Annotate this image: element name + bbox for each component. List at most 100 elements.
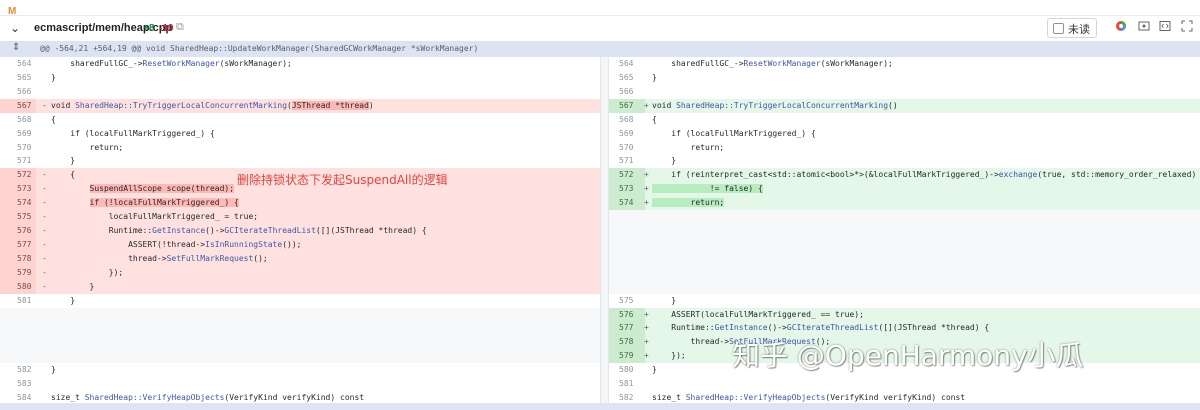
unread-toggle-button[interactable]: 未读 [1047,18,1097,38]
code-text: thread->SetFullMarkRequest(); [51,253,268,263]
diff-line[interactable]: 576 - Runtime::GetInstance()->GCIterateTh… [0,224,600,239]
diff-line[interactable]: 566 [0,85,600,99]
diff-line[interactable]: 574 + return; [609,196,1200,211]
line-number[interactable]: 571 [619,156,633,165]
line-number[interactable]: 577 [17,240,31,249]
diff-line[interactable]: 580 - } [0,279,600,294]
diff-line[interactable]: 568 { [609,113,1200,127]
line-number[interactable]: 566 [17,87,31,96]
line-number[interactable]: 579 [619,351,633,360]
line-number[interactable]: 582 [619,393,633,402]
line-number[interactable]: 575 [619,296,633,305]
diff-line[interactable]: 582} [0,363,600,377]
diff-line[interactable]: 570 return; [0,141,600,155]
line-number[interactable]: 579 [17,268,31,277]
line-number[interactable]: 572 [619,170,633,179]
line-number[interactable]: 567 [619,101,633,110]
line-number[interactable]: 574 [17,198,31,207]
code-text: ASSERT(!thread->IsInRunningState()); [51,239,302,249]
expand-icon[interactable] [1181,20,1193,35]
code-view-icon[interactable] [1159,20,1171,35]
diff-line[interactable]: 569 if (localFullMarkTriggered_) { [0,127,600,141]
code-text: { [51,170,76,180]
line-number[interactable]: 564 [619,59,633,68]
diff-sign: + [644,100,649,110]
diff-line[interactable]: 566 [609,85,1200,99]
diff-line[interactable]: 583 [0,377,600,391]
collapse-chevron-icon[interactable]: ⌄ [10,21,20,35]
diff-line[interactable]: 572 + if (reinterpret_cast<std::atomic<bo… [609,168,1200,183]
diff-line[interactable]: 576 + ASSERT(localFullMarkTriggered_ == t… [609,307,1200,322]
line-number[interactable]: 574 [619,198,633,207]
line-number[interactable]: 569 [17,129,31,138]
diff-line[interactable]: 565} [609,71,1200,85]
line-number[interactable]: 581 [17,296,31,305]
unread-label: 未读 [1068,23,1090,36]
line-number[interactable]: 577 [619,323,633,332]
palette-icon[interactable] [1115,20,1127,35]
line-number[interactable]: 564 [17,59,31,68]
diff-line[interactable]: 581 } [0,294,600,308]
line-number[interactable]: 566 [619,87,633,96]
line-number[interactable]: 580 [619,365,633,374]
line-number[interactable]: 565 [619,73,633,82]
line-number[interactable]: 583 [17,379,31,388]
line-number[interactable]: 581 [619,379,633,388]
line-number[interactable]: 576 [17,226,31,235]
diff-line[interactable]: 567 - void SharedHeap::TryTriggerLocalConc… [0,98,600,113]
line-number[interactable]: 575 [17,212,31,221]
code-text: void SharedHeap::TryTriggerLocalConcurre… [51,100,374,110]
line-number[interactable]: 572 [17,170,31,179]
line-number[interactable]: 565 [17,73,31,82]
diff-line[interactable]: 574 - if (!localFullMarkTriggered_) { [0,196,600,211]
diff-line[interactable]: 565} [0,71,600,85]
diff-line[interactable]: 570 return; [609,141,1200,155]
line-number[interactable]: 573 [17,184,31,193]
code-text: } [51,365,56,375]
diff-line[interactable]: 577 - ASSERT(!thread->IsInRunningState())… [0,237,600,252]
code-text: if (reinterpret_cast<std::atomic<bool>*>… [652,170,1197,180]
unread-checkbox[interactable] [1053,23,1064,34]
diff-line[interactable]: 571 } [609,154,1200,168]
diff-line[interactable]: 575 - localFullMarkTriggered_ = true; [0,210,600,225]
filler-row [609,279,1200,294]
code-text: if (localFullMarkTriggered_) { [51,128,215,138]
diff-line[interactable]: 569 if (localFullMarkTriggered_) { [609,127,1200,141]
diff-line[interactable]: 581 [609,377,1200,391]
diff-line[interactable]: 564 sharedFullGC_->ResetWorkManager(sWor… [609,57,1200,71]
line-number[interactable]: 568 [619,115,633,124]
line-number[interactable]: 568 [17,115,31,124]
line-number[interactable]: 582 [17,365,31,374]
line-number[interactable]: 580 [17,282,31,291]
expand-lines-icon[interactable]: ⇕ [12,42,20,53]
line-number[interactable]: 576 [619,310,633,319]
code-text: Runtime::GetInstance()->GCIterateThreadL… [51,226,427,236]
diff-line[interactable]: 575 } [609,294,1200,308]
line-number[interactable]: 578 [17,254,31,263]
diff-line[interactable]: 579 - }); [0,265,600,280]
preview-icon[interactable] [1138,20,1150,35]
code-text: } [51,281,95,291]
code-text: SuspendAllScope scope(thread); [89,184,235,194]
line-number[interactable]: 570 [17,143,31,152]
line-number[interactable]: 571 [17,156,31,165]
line-number[interactable]: 584 [17,393,31,402]
filler-row [609,224,1200,239]
diff-sign: + [644,323,649,333]
copy-path-icon[interactable]: ⧉ [176,20,184,34]
diff-line[interactable]: 571 } [0,154,600,168]
filler-row [0,349,600,364]
code-text: != false) { [652,184,763,194]
line-number[interactable]: 567 [17,101,31,110]
diff-line[interactable]: 564 sharedFullGC_->ResetWorkManager(sWor… [0,57,600,71]
diff-line[interactable]: 573 + != false) { [609,182,1200,197]
diff-line[interactable]: 578 - thread->SetFullMarkRequest(); [0,251,600,266]
diff-line[interactable]: 568 { [0,113,600,127]
diff-line[interactable]: 567 + void SharedHeap::TryTriggerLocalConc… [609,98,1200,113]
line-number[interactable]: 578 [619,337,633,346]
bottom-scroll-bar[interactable] [0,403,1200,410]
line-number[interactable]: 569 [619,129,633,138]
line-number[interactable]: 573 [619,184,633,193]
diff-sign: - [42,239,47,249]
line-number[interactable]: 570 [619,143,633,152]
